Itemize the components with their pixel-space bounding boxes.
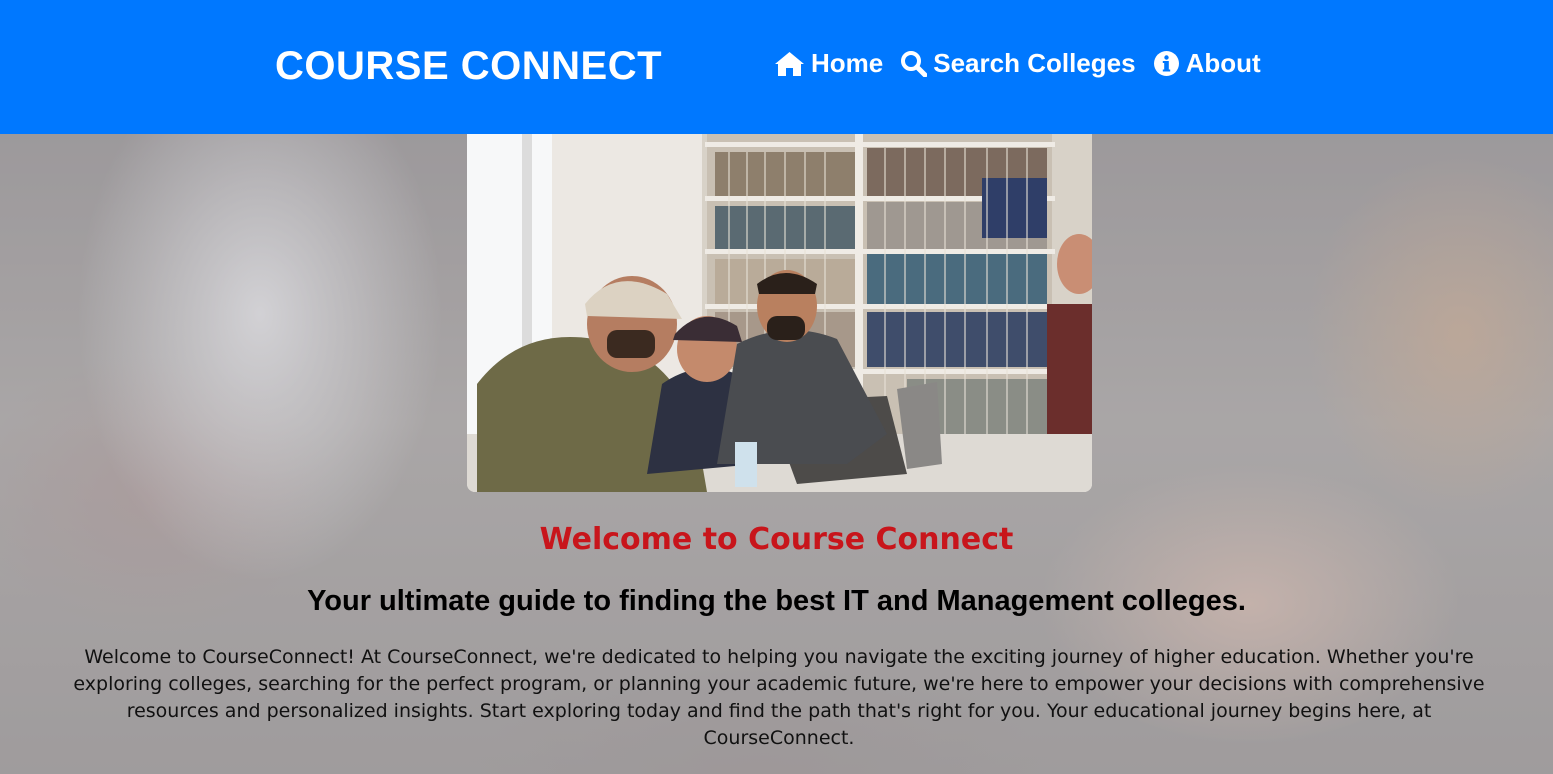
top-navbar: COURSE CONNECT Home Search Colleges Abou… — [0, 0, 1553, 134]
home-icon — [774, 50, 805, 78]
welcome-heading: Welcome to Course Connect — [539, 522, 1014, 557]
nav-home-label: Home — [811, 48, 884, 78]
tagline-heading: Your ultimate guide to finding the best … — [307, 585, 1246, 617]
search-icon — [900, 50, 928, 77]
nav-search-colleges-label: Search Colleges — [933, 48, 1136, 78]
nav-search-colleges-link[interactable]: Search Colleges — [900, 48, 1136, 79]
info-icon — [1153, 50, 1180, 77]
site-logo-text[interactable]: COURSE CONNECT — [275, 41, 662, 91]
intro-paragraph: Welcome to CourseConnect! At CourseConne… — [73, 646, 1485, 749]
nav-about-link[interactable]: About — [1153, 48, 1261, 79]
students-library-photo — [467, 134, 1092, 492]
nav-home-link[interactable]: Home — [774, 48, 883, 79]
main-nav: Home Search Colleges About — [774, 48, 1261, 79]
nav-about-label: About — [1185, 48, 1261, 78]
